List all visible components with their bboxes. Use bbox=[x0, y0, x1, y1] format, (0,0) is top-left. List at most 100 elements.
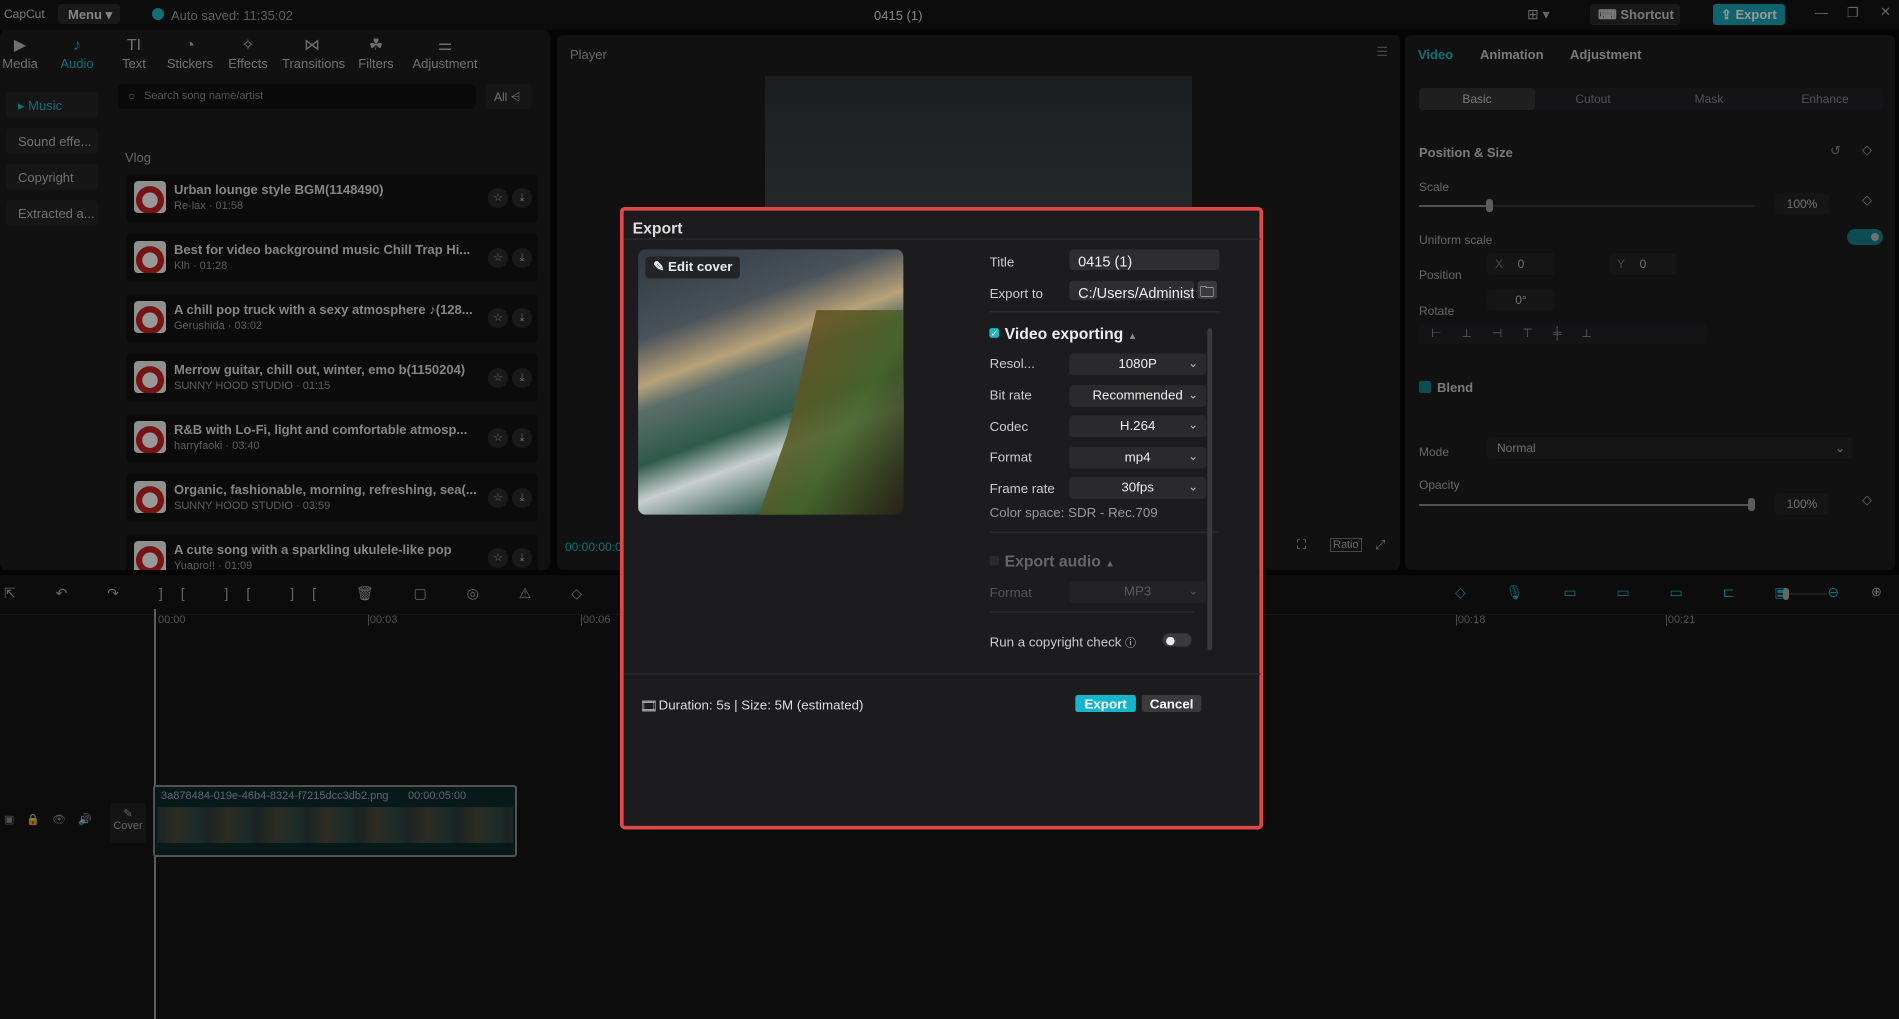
opacity-slider[interactable] bbox=[1419, 498, 1755, 511]
video-exporting-checkbox[interactable]: ✓ bbox=[989, 327, 1000, 339]
song-list-item[interactable]: R&B with Lo-Fi, light and comfortable at… bbox=[126, 414, 538, 462]
sidebar-item-sound-effects[interactable]: Sound effe... bbox=[6, 128, 98, 154]
shortcut-button[interactable]: ⌨ Shortcut bbox=[1590, 4, 1680, 25]
folder-icon: 🗀 bbox=[1199, 283, 1215, 301]
download-icon[interactable]: ⤓ bbox=[512, 428, 532, 448]
tab-transitions[interactable]: ⋈ Transitions bbox=[282, 36, 345, 71]
song-list-item[interactable]: Best for video background music Chill Tr… bbox=[126, 234, 538, 282]
setting-select[interactable]: mp4 ⌄ bbox=[1069, 446, 1206, 469]
restore-icon[interactable]: ❐ bbox=[1847, 5, 1859, 21]
setting-select[interactable]: Recommended ⌄ bbox=[1069, 384, 1206, 407]
tab-text[interactable]: TI Text bbox=[104, 36, 164, 71]
download-icon[interactable]: ⤓ bbox=[512, 248, 532, 268]
favorite-star-icon[interactable]: ☆ bbox=[488, 428, 508, 448]
tab-video[interactable]: Video bbox=[1418, 47, 1453, 62]
top-export-button[interactable]: ⇪ Export bbox=[1713, 4, 1785, 25]
title-input[interactable]: 0415 (1) bbox=[1069, 249, 1220, 270]
rotate-input[interactable]: 0° bbox=[1487, 289, 1555, 311]
tab-animation[interactable]: Animation bbox=[1480, 47, 1544, 62]
align-toolbar[interactable]: ⊢⊥⊣⊤╪⊥ bbox=[1419, 324, 1707, 344]
tab-audio[interactable]: ♪ Audio bbox=[47, 36, 107, 71]
help-icon[interactable]: ⓘ bbox=[1125, 637, 1136, 649]
download-icon[interactable]: ⤓ bbox=[512, 548, 532, 568]
favorite-star-icon[interactable]: ☆ bbox=[488, 368, 508, 388]
copyright-check-toggle[interactable] bbox=[1162, 633, 1192, 647]
tab-adjustment-props[interactable]: Adjustment bbox=[1570, 47, 1642, 62]
opacity-value-input[interactable]: 100% bbox=[1775, 493, 1829, 515]
zoom-in-icon[interactable]: ⊕ bbox=[1871, 584, 1882, 600]
scale-value-input[interactable]: 100% bbox=[1775, 193, 1829, 215]
zoom-fit-icon[interactable]: ⛶ bbox=[1297, 537, 1306, 553]
subtab-basic[interactable]: Basic bbox=[1419, 88, 1535, 110]
menu-button[interactable]: Menu ▾ bbox=[58, 4, 120, 24]
song-list-item[interactable]: Organic, fashionable, morning, refreshin… bbox=[126, 474, 538, 522]
sidebar-item-music[interactable]: ▸ Music bbox=[6, 92, 98, 118]
tab-adjustment[interactable]: ⚌ Adjustment bbox=[410, 36, 480, 71]
ratio-button[interactable]: Ratio bbox=[1330, 538, 1362, 552]
keyframe-icon[interactable]: ◇ bbox=[1862, 192, 1872, 208]
cancel-button[interactable]: Cancel bbox=[1141, 694, 1202, 712]
scale-slider-handle[interactable] bbox=[1486, 199, 1494, 212]
track-controls[interactable]: ▣🔒👁🔊 bbox=[4, 813, 104, 826]
song-list-item[interactable]: A cute song with a sparkling ukulele-lik… bbox=[126, 534, 538, 570]
favorite-star-icon[interactable]: ☆ bbox=[488, 248, 508, 268]
cover-button[interactable]: ✎ Cover bbox=[110, 803, 146, 843]
subtab-enhance[interactable]: Enhance bbox=[1767, 88, 1883, 110]
setting-select[interactable]: H.264 ⌄ bbox=[1069, 415, 1206, 438]
subtab-mask[interactable]: Mask bbox=[1651, 88, 1767, 110]
setting-select[interactable]: 1080P ⌄ bbox=[1069, 353, 1206, 376]
export-button[interactable]: Export bbox=[1075, 694, 1136, 712]
saved-check-icon bbox=[152, 8, 164, 20]
edit-cover-button[interactable]: ✎ Edit cover bbox=[645, 256, 740, 279]
search-input[interactable]: ○ Search song name/artist bbox=[118, 84, 476, 109]
setting-select[interactable]: 30fps ⌄ bbox=[1069, 477, 1206, 500]
pencil-icon: ✎ bbox=[653, 260, 669, 276]
favorite-star-icon[interactable]: ☆ bbox=[488, 188, 508, 208]
tab-effects[interactable]: ✧ Effects bbox=[218, 36, 278, 71]
export-audio-checkbox[interactable] bbox=[989, 555, 1000, 566]
position-y-input[interactable]: Y0 bbox=[1609, 253, 1677, 275]
opacity-slider-handle[interactable] bbox=[1748, 498, 1755, 511]
player-menu-icon[interactable]: ☰ bbox=[1376, 44, 1388, 60]
layout-icon[interactable]: ⊞ ▾ bbox=[1527, 6, 1550, 23]
close-icon[interactable]: ✕ bbox=[1880, 4, 1891, 20]
export-audio-heading[interactable]: Export audio ▲ bbox=[1005, 553, 1115, 571]
download-icon[interactable]: ⤓ bbox=[512, 488, 532, 508]
position-x-input[interactable]: X0 bbox=[1487, 253, 1555, 275]
keyframe-icon[interactable]: ◇ bbox=[1862, 492, 1872, 508]
download-icon[interactable]: ⤓ bbox=[512, 308, 532, 328]
minimize-icon[interactable]: — bbox=[1815, 5, 1828, 20]
song-list-item[interactable]: A chill pop truck with a sexy atmosphere… bbox=[126, 294, 538, 342]
tab-filters[interactable]: ☘ Filters bbox=[346, 36, 406, 71]
blend-mode-select[interactable]: Normal ⌄ bbox=[1487, 437, 1853, 459]
audio-format-select[interactable]: MP3 ⌄ bbox=[1069, 581, 1206, 604]
filter-button[interactable]: All ⩤ bbox=[486, 84, 532, 109]
keyframe-icon[interactable]: ◇ bbox=[1862, 142, 1872, 158]
reset-icon[interactable]: ↺ bbox=[1830, 143, 1841, 159]
song-list-item[interactable]: Merrow guitar, chill out, winter, emo b(… bbox=[126, 354, 538, 402]
timeline-tools[interactable]: ⇱ ↶ ↷ ][ ][ ][ 🗑 ▢ ◎ ⚠ ◇ ⛶ bbox=[4, 585, 650, 602]
favorite-star-icon[interactable]: ☆ bbox=[488, 488, 508, 508]
settings-scrollbar[interactable] bbox=[1207, 327, 1212, 650]
sidebar-item-extracted-audio[interactable]: Extracted a... bbox=[6, 200, 98, 226]
y-value: 0 bbox=[1639, 257, 1647, 271]
export-path-input[interactable]: C:/Users/Administrat... bbox=[1069, 280, 1194, 301]
timeline-zoom-slider[interactable] bbox=[1775, 588, 1827, 600]
song-list-item[interactable]: Urban lounge style BGM(1148490) Re-lax ·… bbox=[126, 174, 538, 222]
fullscreen-icon[interactable]: ⤢ bbox=[1375, 537, 1385, 553]
download-icon[interactable]: ⤓ bbox=[512, 188, 532, 208]
scale-slider[interactable] bbox=[1419, 199, 1755, 212]
uniform-scale-toggle[interactable] bbox=[1847, 229, 1883, 245]
sidebar-item-copyright[interactable]: Copyright bbox=[6, 164, 98, 190]
blend-checkbox[interactable] bbox=[1419, 381, 1431, 393]
tab-stickers[interactable]: ◔ Stickers bbox=[160, 36, 220, 71]
favorite-star-icon[interactable]: ☆ bbox=[488, 548, 508, 568]
video-clip[interactable]: 3a878484-019e-46b4-8324-f7215dcc3db2.png… bbox=[153, 785, 517, 857]
filter-icon: ⩤ bbox=[510, 90, 521, 104]
folder-browse-button[interactable]: 🗀 bbox=[1197, 280, 1217, 301]
subtab-cutout[interactable]: Cutout bbox=[1535, 88, 1651, 110]
download-icon[interactable]: ⤓ bbox=[512, 368, 532, 388]
video-exporting-heading[interactable]: Video exporting ▲ bbox=[1005, 325, 1138, 343]
favorite-star-icon[interactable]: ☆ bbox=[488, 308, 508, 328]
tab-media[interactable]: ▶ Media bbox=[0, 36, 50, 71]
